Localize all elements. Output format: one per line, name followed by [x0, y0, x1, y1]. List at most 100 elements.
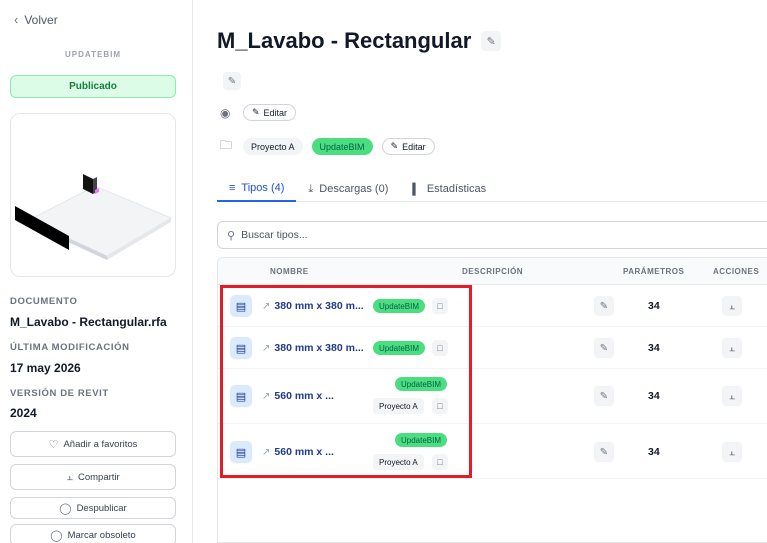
brand-label: UPDATEBIM: [65, 50, 121, 59]
tab-descargas[interactable]: ⤓ Descargas (0): [296, 176, 400, 202]
main-content: M_Lavabo - Rectangular ✎ ✎ ◉ ✎ Editar 🗀 …: [194, 0, 767, 543]
tag-icon: ◉: [220, 105, 231, 120]
parameters-count: 34: [648, 342, 660, 354]
parameters-count: 34: [648, 300, 660, 312]
folder-icon[interactable]: □: [432, 454, 448, 470]
search-placeholder: Buscar tipos...: [241, 229, 308, 241]
type-name: 560 mm x ...: [274, 390, 334, 402]
external-link-icon: ↗: [262, 342, 271, 354]
document-value: M_Lavabo - Rectangular.rfa: [10, 315, 167, 329]
tag-badge: UpdateBIM: [373, 299, 426, 313]
external-link-icon: ↗: [262, 300, 271, 312]
edit-folders-label: Editar: [402, 141, 426, 152]
table-row[interactable]: ▤ ↗ 560 mm x ... UpdateBIM Proyecto A □ …: [218, 424, 767, 479]
tab-estadisticas[interactable]: ▍ Estadísticas: [400, 176, 498, 202]
model-preview-drawing: [15, 174, 173, 260]
back-label: Volver: [24, 12, 58, 27]
type-name-link[interactable]: ↗ 560 mm x ...: [262, 446, 334, 458]
edit-description-button[interactable]: ✎: [223, 72, 241, 90]
add-favorite-button[interactable]: ♡ Añadir a favoritos: [10, 431, 176, 457]
table-header: NOMBRE DESCRIPCIÓN PARÁMETROS ACCIONES: [218, 258, 767, 285]
image-icon[interactable]: ▤: [230, 337, 252, 359]
edit-tags-label: Editar: [263, 107, 288, 118]
folder-icon[interactable]: □: [432, 398, 448, 414]
folder-chip[interactable]: UpdateBIM: [311, 138, 373, 155]
table-row[interactable]: ▤ ↗ 380 mm x 380 m... UpdateBIM □ ✎ 34 ⫠: [218, 286, 767, 327]
tabs: ≡ Tipos (4) ⤓ Descargas (0) ▍ Estadístic…: [217, 176, 767, 202]
type-name: 380 mm x 380 m...: [274, 342, 364, 354]
edit-description-button[interactable]: ✎: [594, 296, 614, 316]
model-preview: [10, 113, 176, 277]
tab-label: Descargas (0): [319, 183, 389, 195]
edit-description-button[interactable]: ✎: [594, 338, 614, 358]
folder-icon[interactable]: □: [432, 298, 448, 314]
type-name-link[interactable]: ↗ 560 mm x ...: [262, 390, 334, 402]
type-name-link[interactable]: ↗ 380 mm x 380 m...: [262, 342, 364, 354]
pencil-icon: ✎: [599, 300, 609, 312]
page-title-row: M_Lavabo - Rectangular ✎: [217, 28, 502, 54]
edit-tags-button[interactable]: ✎ Editar: [243, 104, 297, 121]
pencil-icon: ✎: [227, 75, 237, 87]
tags-row: ◉ ✎ Editar: [220, 104, 297, 121]
edit-title-button[interactable]: ✎: [481, 31, 502, 51]
tab-label: Estadísticas: [426, 183, 487, 195]
tag-badge: UpdateBIM: [395, 433, 448, 447]
type-name-link[interactable]: ↗ 380 mm x 380 m...: [262, 300, 364, 312]
share-button[interactable]: ⫠ Compartir: [10, 464, 176, 490]
share-icon[interactable]: ⫠: [722, 442, 742, 462]
share-icon[interactable]: ⫠: [722, 386, 742, 406]
table-row[interactable]: ▤ ↗ 380 mm x 380 m... UpdateBIM □ ✎ 34 ⫠: [218, 327, 767, 369]
revit-label: VERSIÓN DE REVIT: [10, 388, 109, 399]
share-icon[interactable]: ⫠: [722, 296, 742, 316]
pencil-icon: ✎: [599, 446, 609, 458]
tab-label: Tipos (4): [241, 182, 285, 194]
download-icon: ⤓: [308, 182, 314, 195]
status-badge: Publicado: [10, 75, 176, 98]
share-label: Compartir: [77, 471, 120, 483]
edit-folders-button[interactable]: ✎ Editar: [381, 138, 435, 155]
folder-chip[interactable]: Proyecto A: [243, 138, 303, 155]
tag-badge: UpdateBIM: [395, 377, 448, 391]
pencil-icon: ✎: [252, 107, 260, 117]
share-icon[interactable]: ⫠: [722, 338, 742, 358]
edit-description-button[interactable]: ✎: [594, 442, 614, 462]
bar-chart-icon: ▍: [412, 183, 421, 196]
chevron-left-icon: ‹: [14, 12, 19, 27]
back-button[interactable]: ‹ Volver: [14, 12, 58, 27]
image-icon[interactable]: ▤: [230, 295, 252, 317]
folder-icon[interactable]: □: [432, 340, 448, 356]
tag-badge: UpdateBIM: [373, 341, 426, 355]
image-icon[interactable]: ▤: [230, 441, 252, 463]
modified-label: ÚLTIMA MODIFICACIÓN: [10, 342, 130, 353]
tag-badge: Proyecto A: [373, 398, 424, 414]
search-input[interactable]: ⚲ Buscar tipos...: [217, 221, 767, 249]
pencil-icon: ✎: [486, 35, 496, 48]
search-icon: ⚲: [227, 229, 236, 242]
type-name: 560 mm x ...: [274, 446, 334, 458]
mark-obsolete-button[interactable]: ◯ Marcar obsoleto: [10, 524, 176, 543]
sidebar: ‹ Volver UPDATEBIM Publicado DOCUMENTO M…: [0, 0, 193, 543]
table-row[interactable]: ▤ ↗ 560 mm x ... UpdateBIM Proyecto A □ …: [218, 369, 767, 424]
tab-tipos[interactable]: ≡ Tipos (4): [217, 176, 297, 202]
unpublish-button[interactable]: ◯ Despublicar: [10, 497, 176, 519]
pencil-icon: ✎: [390, 141, 399, 151]
mark-obsolete-label: Marcar obsoleto: [67, 529, 136, 541]
types-table: NOMBRE DESCRIPCIÓN PARÁMETROS ACCIONES ▤…: [217, 257, 767, 543]
revit-value: 2024: [10, 406, 37, 420]
heart-icon: ♡: [48, 438, 59, 451]
parameters-count: 34: [648, 390, 660, 402]
edit-description-button[interactable]: ✎: [594, 386, 614, 406]
document-label: DOCUMENTO: [10, 296, 78, 307]
external-link-icon: ↗: [262, 446, 271, 458]
page-title: M_Lavabo - Rectangular: [217, 28, 472, 53]
unpublish-label: Despublicar: [76, 502, 127, 514]
column-header: NOMBRE: [270, 267, 309, 276]
tag-badge: Proyecto A: [373, 454, 424, 470]
type-name: 380 mm x 380 m...: [274, 300, 364, 312]
folder-icon: 🗀: [220, 138, 233, 152]
pencil-icon: ✎: [599, 390, 609, 402]
pencil-icon: ✎: [599, 342, 609, 354]
modified-value: 17 may 2026: [10, 361, 81, 375]
image-icon[interactable]: ▤: [230, 385, 252, 407]
folders-row: 🗀 Proyecto A UpdateBIM ✎ Editar: [220, 136, 435, 157]
